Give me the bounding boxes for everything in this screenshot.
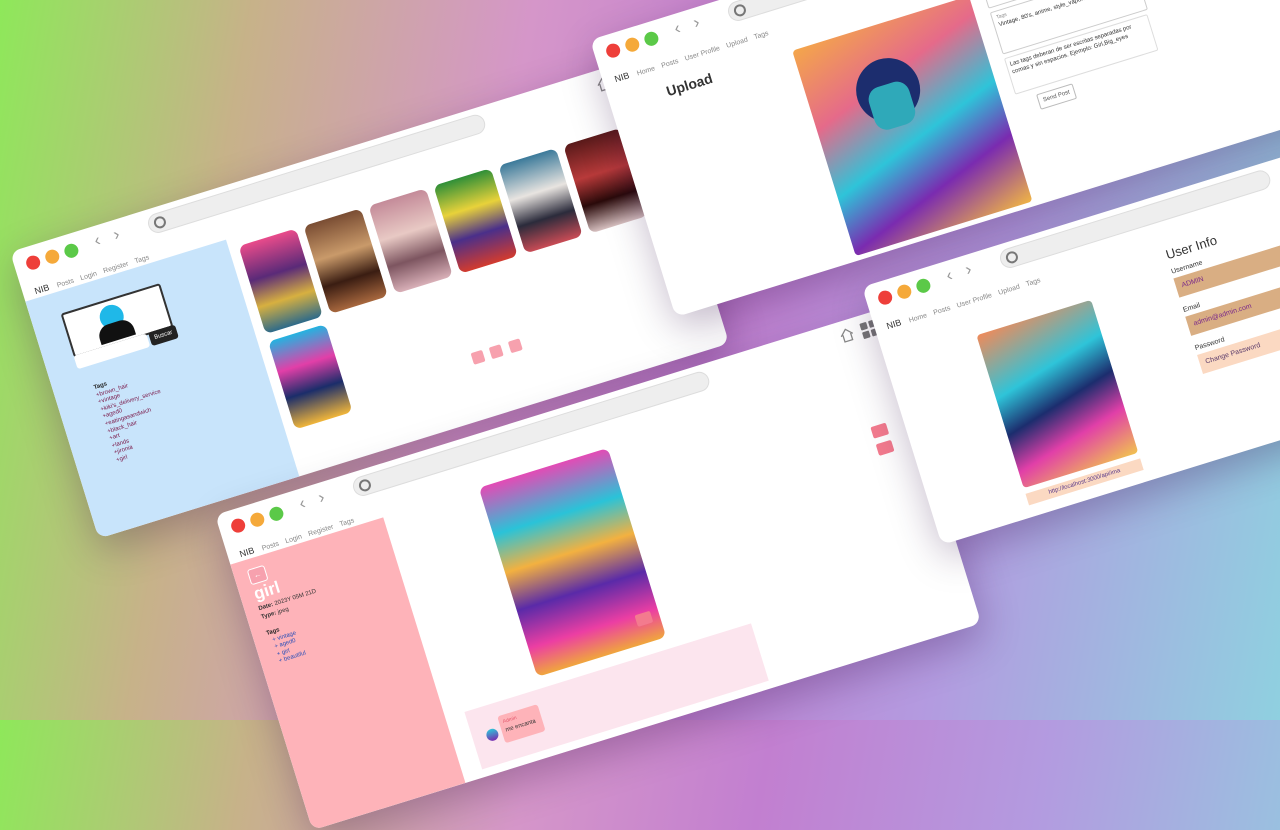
- forward-chevron-icon[interactable]: ›: [111, 224, 122, 245]
- forward-chevron-icon[interactable]: ›: [963, 259, 974, 280]
- brand[interactable]: NIB: [613, 70, 630, 84]
- nav-posts[interactable]: Posts: [661, 58, 680, 70]
- tags-value: Vintage, 80's, anime, style_vaporwave: [998, 0, 1098, 29]
- profile-image: [976, 299, 1139, 489]
- avatar: [484, 727, 500, 743]
- upvote-button[interactable]: [870, 422, 890, 439]
- page-button[interactable]: [470, 349, 486, 365]
- download-button[interactable]: [634, 610, 654, 627]
- nav-home[interactable]: Home: [908, 312, 928, 324]
- nav-upload[interactable]: Upload: [998, 283, 1021, 296]
- section-title: User Info: [1163, 232, 1219, 263]
- back-chevron-icon[interactable]: ‹: [672, 18, 683, 39]
- close-button[interactable]: [229, 516, 247, 535]
- nav-upload[interactable]: Upload: [726, 36, 749, 49]
- post-image: [478, 447, 667, 677]
- minimize-button[interactable]: [623, 35, 642, 54]
- nav-tags[interactable]: Tags: [753, 30, 769, 41]
- nav-tags[interactable]: Tags: [1025, 277, 1041, 288]
- page-title: Upload: [664, 69, 715, 100]
- forward-chevron-icon[interactable]: ›: [691, 12, 702, 33]
- share-button[interactable]: [875, 439, 895, 456]
- close-button[interactable]: [604, 41, 622, 60]
- page-button[interactable]: [489, 344, 505, 360]
- tag-list: Tags +brown_hair +vintage +kiki's_delive…: [93, 367, 178, 465]
- back-chevron-icon[interactable]: ‹: [92, 230, 103, 251]
- send-post-button[interactable]: Send Post: [1036, 83, 1078, 110]
- nav-posts[interactable]: Posts: [933, 305, 952, 317]
- search-icon: [357, 477, 373, 493]
- file-name: 7aa1....jpeg: [931, 234, 964, 250]
- nav-user-profile[interactable]: User Profile: [684, 45, 721, 63]
- minimize-button[interactable]: [43, 247, 62, 266]
- pagination: [470, 337, 524, 369]
- search-icon: [152, 214, 168, 230]
- search-bar[interactable]: [145, 112, 488, 236]
- close-button[interactable]: [24, 253, 42, 272]
- comment-bubble: Admin me encanta: [497, 704, 546, 744]
- post-tag-list: Tags + vintage + aged0 + girl + beautifu…: [266, 622, 308, 668]
- post-sidebar: ← girl Date: 2023Y 05M 21D Type: jpeg Ta…: [230, 517, 466, 830]
- minimize-button[interactable]: [895, 282, 914, 301]
- nav-home[interactable]: Home: [636, 65, 656, 77]
- search-icon: [732, 2, 748, 18]
- image-thumb[interactable]: [268, 323, 353, 430]
- back-chevron-icon[interactable]: ‹: [297, 493, 308, 514]
- minimize-button[interactable]: [248, 510, 267, 529]
- maximize-button[interactable]: [267, 505, 286, 523]
- close-button[interactable]: [876, 288, 894, 307]
- nav-user-profile[interactable]: User Profile: [956, 292, 993, 310]
- brand[interactable]: NIB: [885, 317, 902, 331]
- search-icon: [1004, 249, 1020, 265]
- back-chevron-icon[interactable]: ‹: [944, 265, 955, 286]
- page-button[interactable]: [507, 338, 523, 354]
- maximize-button[interactable]: [914, 277, 933, 295]
- upload-preview: [792, 0, 1033, 257]
- forward-chevron-icon[interactable]: ›: [316, 487, 327, 508]
- maximize-button[interactable]: [642, 30, 661, 48]
- maximize-button[interactable]: [62, 242, 81, 260]
